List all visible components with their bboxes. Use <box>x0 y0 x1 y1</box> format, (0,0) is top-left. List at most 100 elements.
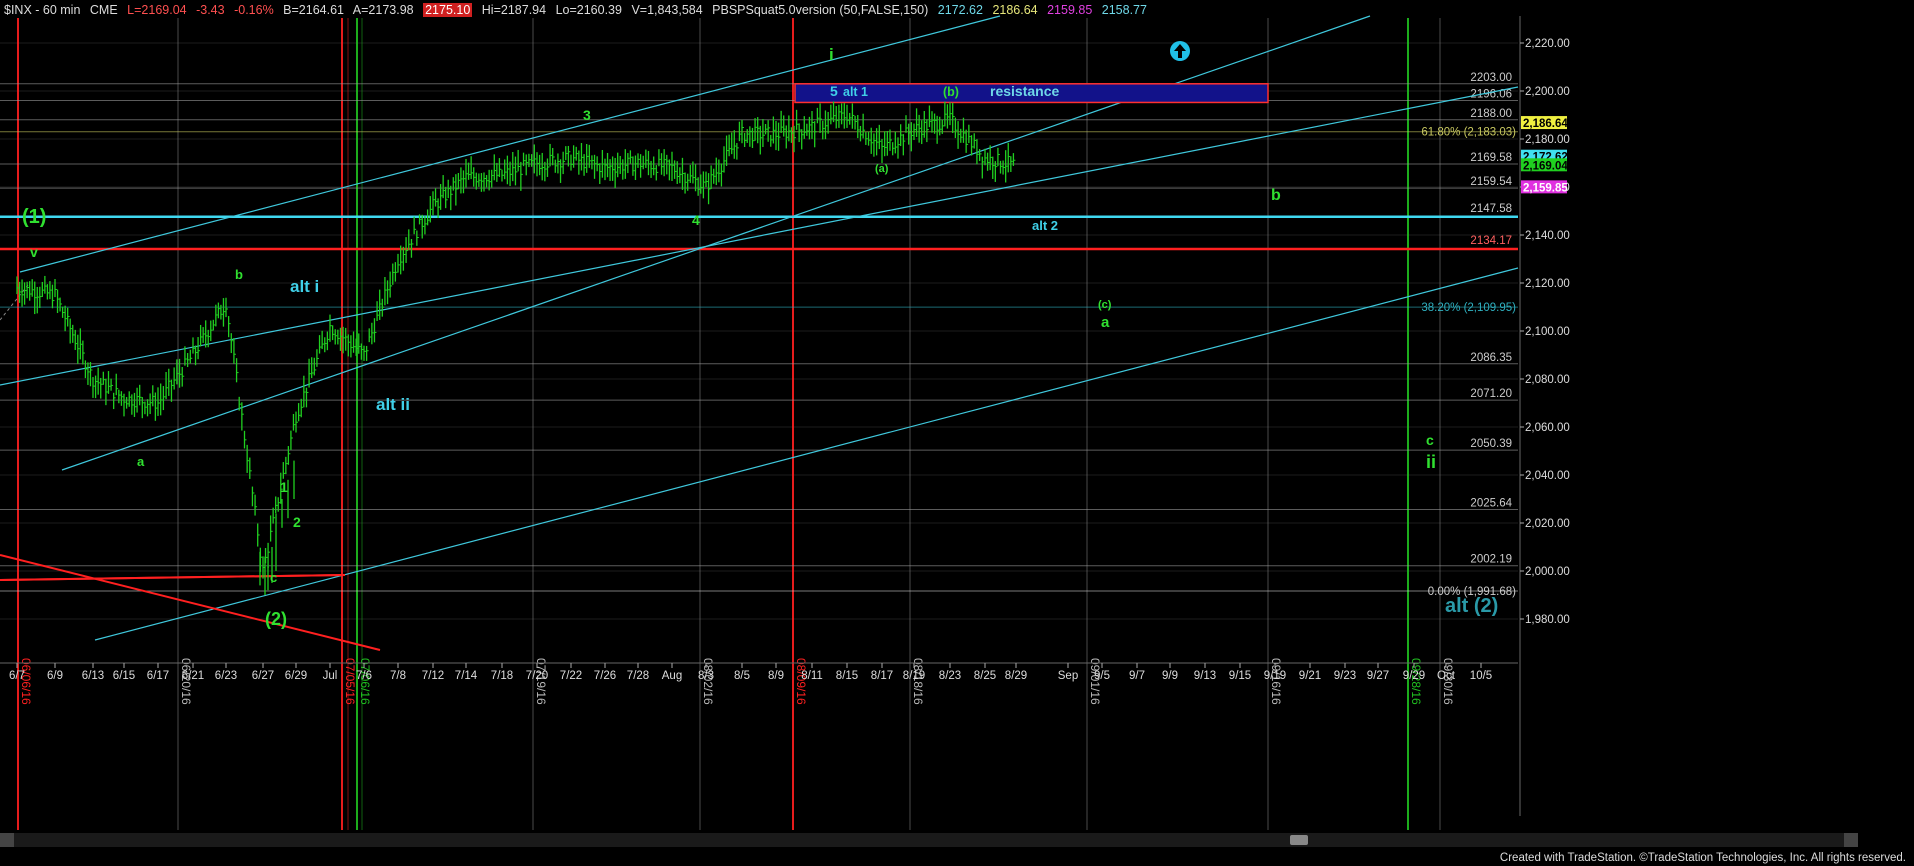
date-tick-label: 9/21 <box>1299 670 1321 682</box>
exchange-label: CME <box>89 3 118 17</box>
axis-tick-label: 2,060.00 <box>1525 422 1570 434</box>
wave-label: 2 <box>293 514 301 530</box>
price-tag: 2,186.64 <box>1523 118 1568 130</box>
date-tick-label: 6/13 <box>82 670 104 682</box>
fib-label: 61.80% (2,183.03) <box>1421 127 1516 139</box>
wave-label: b <box>235 267 243 282</box>
date-tick-label: 6/21 <box>182 670 204 682</box>
axis-tick-label: 2,200.00 <box>1525 86 1570 98</box>
date-tick-label: 8/11 <box>801 670 823 682</box>
date-tick-label: 8/29 <box>1005 670 1027 682</box>
date-tick-label: 8/25 <box>974 670 996 682</box>
date-line-label: 07/05/16 <box>343 658 357 705</box>
wave-label: ii <box>1426 452 1436 472</box>
key-level-label: 2134.17 <box>1470 235 1512 247</box>
price-tag: 2,159.85 <box>1523 182 1568 194</box>
horizontal-scrollbar[interactable] <box>0 833 1858 847</box>
date-tick-label: 8/9 <box>768 670 784 682</box>
wave-label: 4 <box>692 212 700 228</box>
axis-tick-label: 2,000.00 <box>1525 566 1570 578</box>
date-tick-label: 6/27 <box>252 670 274 682</box>
date-tick-label: 7/26 <box>594 670 616 682</box>
date-tick-label: 6/15 <box>113 670 135 682</box>
level-label: 2188.00 <box>1470 108 1512 120</box>
scroll-thumb[interactable] <box>1290 835 1308 845</box>
high-price: Hi=2187.94 <box>481 3 547 17</box>
scroll-left-arrow[interactable] <box>0 833 14 847</box>
date-tick-label: 8/23 <box>939 670 961 682</box>
level-label: 2002.19 <box>1470 554 1512 566</box>
indicator-value-3: 2159.85 <box>1047 3 1093 17</box>
date-tick-label: Sep <box>1058 670 1078 682</box>
price-chart[interactable]: 06/06/16 06/20/16 07/05/16 07/06/16 07/19/16… <box>0 0 1914 866</box>
date-tick-label: 8/17 <box>871 670 893 682</box>
axis-tick-label: 2,020.00 <box>1525 518 1570 530</box>
last-price: L=2169.04 <box>127 3 187 17</box>
bid-price: B=2164.61 <box>283 3 344 17</box>
date-tick-label: 8/15 <box>836 670 858 682</box>
date-tick-label: 9/5 <box>1094 670 1110 682</box>
wave-label: (c) <box>1098 299 1112 311</box>
axis-tick-label: 2,100.00 <box>1525 326 1570 338</box>
ask-extra: 2175.10 <box>423 3 473 17</box>
wave-label: a <box>1101 314 1110 331</box>
date-tick-label: 7/20 <box>526 670 548 682</box>
wave-label: b <box>1271 187 1281 204</box>
date-tick-label: 7/8 <box>390 670 406 682</box>
wave-label: v <box>30 244 38 260</box>
date-tick-label: 6/9 <box>47 670 63 682</box>
date-tick-label: 8/19 <box>903 670 925 682</box>
resistance-zone: resistance 5 alt 1 (b) <box>794 83 1269 104</box>
axis-tick-label: 2,080.00 <box>1525 374 1570 386</box>
pct-change: -0.16% <box>234 3 274 17</box>
wave-label: alt (2) <box>1445 595 1498 617</box>
date-tick-label: 8/3 <box>698 670 714 682</box>
axis-tick-label: 2,220.00 <box>1525 38 1570 50</box>
up-arrow-icon <box>1170 41 1190 61</box>
wave-label: a <box>137 454 145 469</box>
axis-tick-label: 2,180.00 <box>1525 134 1570 146</box>
date-tick-label: 9/19 <box>1264 670 1286 682</box>
date-tick-label: 6/23 <box>215 670 237 682</box>
low-price: Lo=2160.39 <box>555 3 622 17</box>
date-tick-label: 7/28 <box>627 670 649 682</box>
level-label: 2050.39 <box>1470 438 1512 450</box>
date-tick-label: 9/29 <box>1403 670 1425 682</box>
wave-label: alt i <box>290 277 319 296</box>
level-label: 2071.20 <box>1470 388 1512 400</box>
net-change: -3.43 <box>196 3 225 17</box>
level-label: 2159.54 <box>1470 176 1512 188</box>
wave-label: (2) <box>265 609 287 629</box>
resistance-sublabel: alt 1 <box>843 85 868 99</box>
scroll-right-arrow[interactable] <box>1844 833 1858 847</box>
axis-tick-label: 2,040.00 <box>1525 470 1570 482</box>
wave-label: alt 2 <box>1032 218 1058 233</box>
date-tick-label: 7/6 <box>356 670 372 682</box>
wave-label: 3 <box>583 107 591 123</box>
level-label: 2196.06 <box>1470 88 1512 100</box>
wave-label: alt ii <box>376 395 410 414</box>
indicator-value-2: 2186.64 <box>992 3 1038 17</box>
price-axis: 1,980.00 2,000.00 2,020.00 2,040.00 2,060.00… <box>1519 16 1570 816</box>
date-tick-label: 6/17 <box>147 670 169 682</box>
wave-label: i <box>829 45 834 64</box>
date-tick-label: 7/14 <box>455 670 478 682</box>
indicator-value-4: 2158.77 <box>1101 3 1147 17</box>
indicator-name: PBSPSquat5.0version (50,FALSE,150) <box>712 3 929 17</box>
ask-price: A=2173.98 <box>352 3 414 17</box>
date-tick-label: 9/9 <box>1162 670 1178 682</box>
date-tick-label: 6/29 <box>285 670 307 682</box>
wave-label: c <box>270 570 277 585</box>
copyright-footer: Created with TradeStation. ©TradeStation… <box>1499 852 1906 864</box>
date-tick-label: 9/15 <box>1229 670 1251 682</box>
wave-label: 1 <box>280 479 288 495</box>
level-label: 2169.58 <box>1470 152 1512 164</box>
resistance-sublabel: (b) <box>943 85 959 99</box>
chart-header: $INX - 60 min CME L=2169.04 -3.43 -0.16%… <box>4 3 1153 17</box>
symbol-label: $INX - 60 min <box>4 3 81 17</box>
date-tick-label: Jul <box>323 670 338 682</box>
wave-label: c <box>1426 432 1434 448</box>
wave-label: (1) <box>22 206 46 228</box>
date-tick-label: 9/7 <box>1129 670 1145 682</box>
axis-tick-label: 2,120.00 <box>1525 278 1570 290</box>
